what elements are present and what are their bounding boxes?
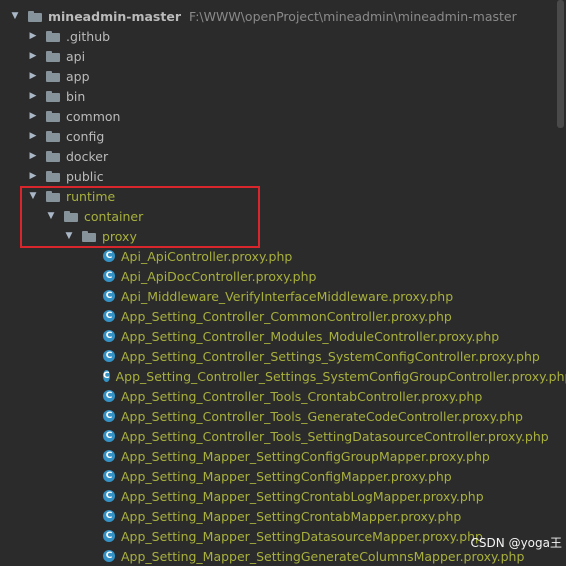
tree-folder-common[interactable]: ▶ common [0, 106, 566, 126]
tree-file[interactable]: C Api_ApiController.proxy.php [0, 246, 566, 266]
php-class-icon: C [103, 510, 115, 522]
tree-file[interactable]: C App_Setting_Controller_Settings_System… [0, 366, 566, 386]
php-class-icon: C [103, 430, 115, 442]
annotation-highlight-box [20, 186, 260, 248]
chevron-right-icon[interactable]: ▶ [28, 71, 38, 81]
folder-icon [46, 90, 60, 102]
php-class-icon: C [103, 350, 115, 362]
root-folder-name: mineadmin-master [48, 8, 181, 24]
php-class-icon: C [103, 550, 115, 562]
folder-icon [46, 170, 60, 182]
folder-label: docker [66, 148, 109, 164]
tree-file[interactable]: C Api_Middleware_VerifyInterfaceMiddlewa… [0, 286, 566, 306]
file-label: App_Setting_Mapper_SettingCrontabMapper.… [121, 508, 462, 524]
tree-file[interactable]: C App_Setting_Mapper_SettingCrontabLogMa… [0, 486, 566, 506]
chevron-right-icon[interactable]: ▶ [28, 151, 38, 161]
php-class-icon: C [103, 530, 115, 542]
chevron-down-icon[interactable]: ▼ [10, 11, 20, 21]
php-class-icon: C [103, 390, 115, 402]
folder-label: config [66, 128, 105, 144]
tree-file[interactable]: C App_Setting_Mapper_SettingCrontabMappe… [0, 506, 566, 526]
chevron-right-icon[interactable]: ▶ [28, 171, 38, 181]
chevron-right-icon[interactable]: ▶ [28, 31, 38, 41]
file-label: App_Setting_Controller_CommonController.… [121, 308, 452, 324]
file-label: Api_Middleware_VerifyInterfaceMiddleware… [121, 288, 454, 304]
folder-icon [46, 50, 60, 62]
tree-file[interactable]: C Api_ApiDocController.proxy.php [0, 266, 566, 286]
folder-label: public [66, 168, 104, 184]
file-label: App_Setting_Controller_Tools_SettingData… [121, 428, 549, 444]
php-class-icon: C [103, 370, 110, 382]
tree-folder-app[interactable]: ▶ app [0, 66, 566, 86]
file-label: App_Setting_Controller_Tools_CrontabCont… [121, 388, 483, 404]
tree-file[interactable]: C App_Setting_Mapper_SettingConfigMapper… [0, 466, 566, 486]
file-label: App_Setting_Mapper_SettingGenerateColumn… [121, 548, 525, 564]
file-label: App_Setting_Controller_Settings_SystemCo… [121, 348, 540, 364]
root-folder-path: F:\WWW\openProject\mineadmin\mineadmin-m… [188, 8, 517, 24]
vertical-scrollbar[interactable] [557, 0, 564, 128]
tree-root[interactable]: ▼ mineadmin-master F:\WWW\openProject\mi… [0, 6, 566, 26]
chevron-right-icon[interactable]: ▶ [28, 91, 38, 101]
folder-icon [28, 10, 42, 22]
folder-icon [46, 130, 60, 142]
file-label: Api_ApiDocController.proxy.php [121, 268, 317, 284]
tree-file[interactable]: C App_Setting_Controller_Modules_ModuleC… [0, 326, 566, 346]
tree-file[interactable]: C App_Setting_Controller_Settings_System… [0, 346, 566, 366]
php-class-icon: C [103, 330, 115, 342]
folder-label: app [66, 68, 90, 84]
php-class-icon: C [103, 310, 115, 322]
folder-icon [46, 110, 60, 122]
php-class-icon: C [103, 490, 115, 502]
tree-file[interactable]: C App_Setting_Controller_CommonControlle… [0, 306, 566, 326]
tree-file[interactable]: C App_Setting_Controller_Tools_GenerateC… [0, 406, 566, 426]
folder-icon [46, 70, 60, 82]
tree-folder-config[interactable]: ▶ config [0, 126, 566, 146]
folder-label: bin [66, 88, 86, 104]
php-class-icon: C [103, 410, 115, 422]
php-class-icon: C [103, 270, 115, 282]
php-class-icon: C [103, 250, 115, 262]
tree-folder-public[interactable]: ▶ public [0, 166, 566, 186]
file-label: App_Setting_Mapper_SettingConfigMapper.p… [121, 468, 452, 484]
watermark: CSDN @yoga王 [470, 536, 562, 550]
file-label: App_Setting_Mapper_SettingCrontabLogMapp… [121, 488, 484, 504]
file-label: App_Setting_Mapper_SettingConfigGroupMap… [121, 448, 490, 464]
folder-label: common [66, 108, 121, 124]
tree-folder-github[interactable]: ▶ .github [0, 26, 566, 46]
php-class-icon: C [103, 450, 115, 462]
folder-label: api [66, 48, 86, 64]
folder-label: .github [66, 28, 111, 44]
file-label: App_Setting_Controller_Settings_SystemCo… [115, 368, 566, 384]
tree-folder-docker[interactable]: ▶ docker [0, 146, 566, 166]
tree-file[interactable]: C App_Setting_Controller_Tools_CrontabCo… [0, 386, 566, 406]
tree-file[interactable]: C App_Setting_Controller_Tools_SettingDa… [0, 426, 566, 446]
file-label: App_Setting_Controller_Modules_ModuleCon… [121, 328, 500, 344]
file-label: App_Setting_Mapper_SettingDatasourceMapp… [121, 528, 483, 544]
folder-icon [46, 30, 60, 42]
tree-file[interactable]: C App_Setting_Mapper_SettingConfigGroupM… [0, 446, 566, 466]
chevron-right-icon[interactable]: ▶ [28, 131, 38, 141]
php-class-icon: C [103, 290, 115, 302]
tree-folder-bin[interactable]: ▶ bin [0, 86, 566, 106]
chevron-right-icon[interactable]: ▶ [28, 51, 38, 61]
file-label: Api_ApiController.proxy.php [121, 248, 293, 264]
file-label: App_Setting_Controller_Tools_GenerateCod… [121, 408, 523, 424]
php-class-icon: C [103, 470, 115, 482]
folder-icon [46, 150, 60, 162]
chevron-right-icon[interactable]: ▶ [28, 111, 38, 121]
tree-folder-api[interactable]: ▶ api [0, 46, 566, 66]
